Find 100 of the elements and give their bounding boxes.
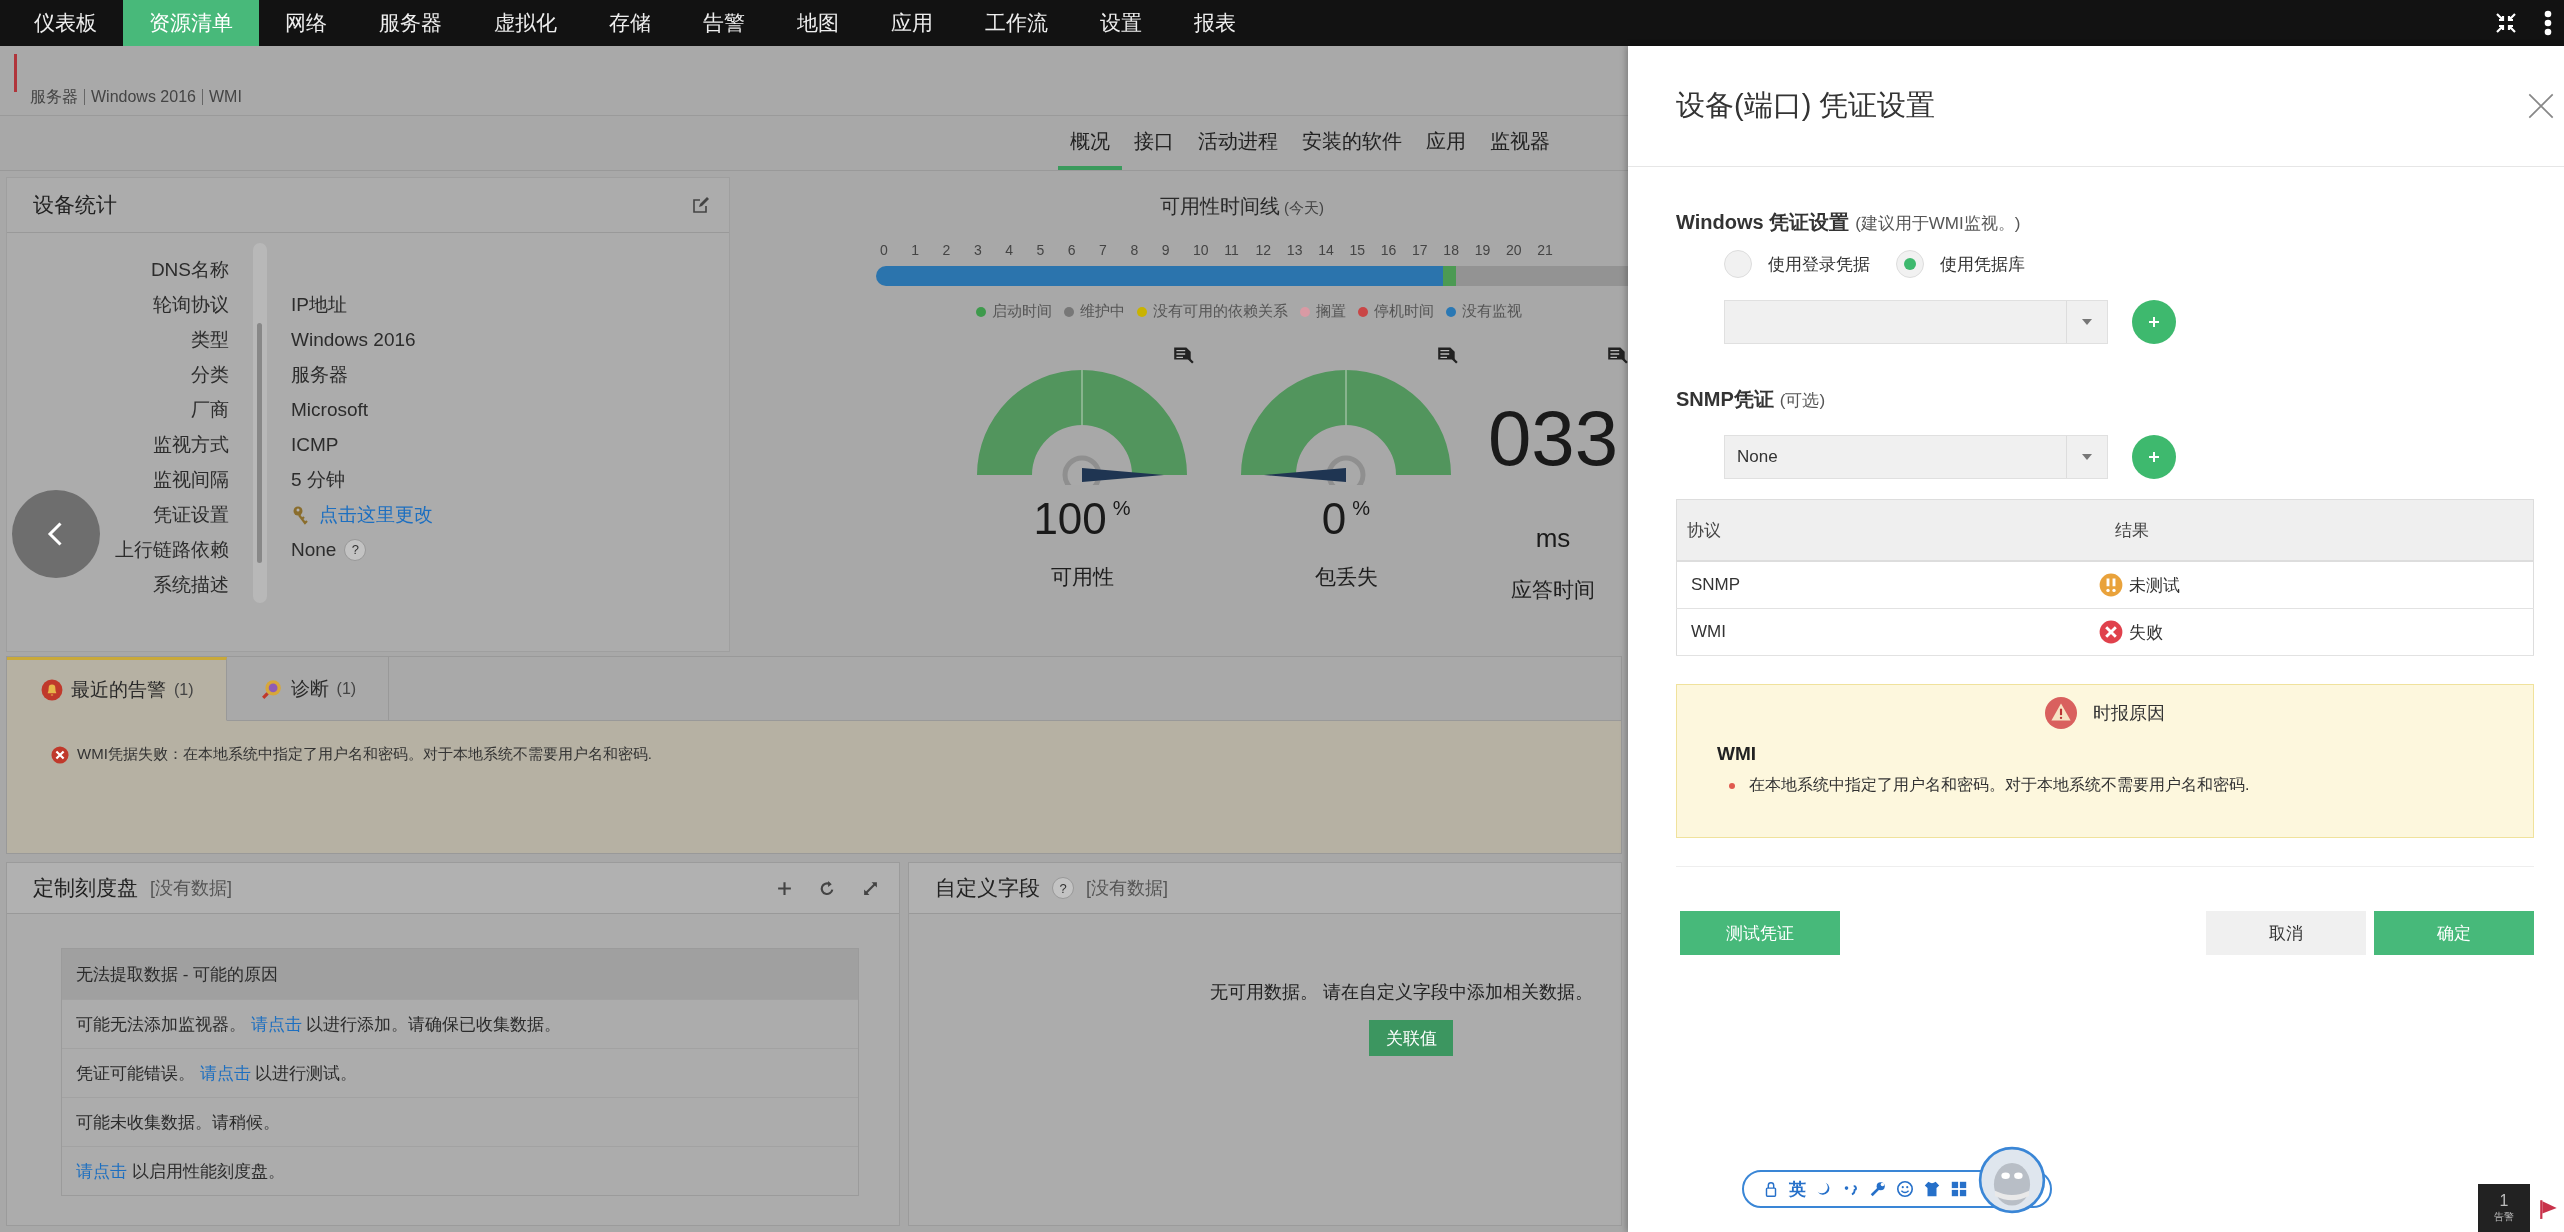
hour-label: 12 [1255, 242, 1273, 258]
nav-tab[interactable]: 应用 [865, 0, 959, 46]
hour-label: 0 [880, 242, 889, 258]
drawer-title: 设备(端口) 凭证设置 [1676, 88, 1936, 123]
reason-title: 时报原因 [2093, 702, 2165, 725]
breadcrumb-item[interactable]: Windows 2016 [84, 89, 202, 105]
sub-tab[interactable]: 概况 [1058, 116, 1122, 170]
section-hint: (建议用于WMI监视。) [1855, 213, 2021, 235]
nav-tab[interactable]: 仪表板 [8, 0, 123, 46]
add-button[interactable] [2132, 435, 2176, 479]
hour-label: 14 [1318, 242, 1335, 258]
breadcrumb-item[interactable]: 服务器 [30, 89, 84, 105]
radio-label[interactable]: 使用登录凭据 [1768, 252, 1870, 276]
mascot-avatar-icon[interactable] [1978, 1146, 2046, 1214]
hour-label: 13 [1286, 242, 1304, 258]
reason-text: 在本地系统中指定了用户名和密码。对于本地系统不需要用户名和密码. [1749, 775, 2250, 795]
error-icon [51, 745, 69, 764]
radio-button[interactable] [1724, 250, 1752, 278]
hour-label: 16 [1380, 242, 1398, 258]
error-icon [2099, 620, 2123, 644]
wrench-icon[interactable] [1869, 1180, 1887, 1198]
hour-label: 18 [1443, 242, 1460, 258]
nav-tab[interactable]: 虚拟化 [468, 0, 583, 46]
close-icon[interactable] [2528, 93, 2554, 119]
grid-icon[interactable] [1950, 1180, 1968, 1198]
section-title: Windows 凭证设置 [1676, 210, 1850, 235]
add-button[interactable] [2132, 300, 2176, 344]
radio-label[interactable]: 使用凭据库 [1940, 252, 2025, 276]
legend-label: 搁置 [1316, 302, 1346, 321]
gauge-label: 应答时间 [1511, 577, 1595, 603]
timeline-subtitle: (今天) [1284, 199, 1324, 218]
input-language[interactable]: 英 [1789, 1177, 1806, 1201]
alert-tab[interactable]: 最近的告警 (1) [7, 657, 227, 721]
alert-message: WMI凭据失败：在本地系统中指定了用户名和密码。对于本地系统不需要用户名和密码. [77, 745, 652, 764]
hour-label: 9 [1161, 242, 1171, 258]
field-value: 5 分钟 [291, 467, 345, 492]
sub-tab[interactable]: 接口 [1122, 116, 1186, 170]
hour-label: 3 [973, 242, 983, 258]
field-label: 分类 [190, 362, 229, 387]
associate-value-button[interactable]: 关联值 [1369, 1020, 1453, 1056]
field-value: None [291, 538, 337, 561]
section-title: SNMP凭证 [1676, 387, 1774, 412]
field-value: ICMP [291, 433, 339, 456]
sub-tab[interactable]: 应用 [1414, 116, 1478, 170]
field-label: DNS名称 [149, 257, 229, 282]
edit-icon[interactable] [691, 195, 711, 215]
snmp-select[interactable]: None [1724, 435, 2108, 479]
field-label: 系统描述 [152, 572, 229, 597]
empty-message: 无可用数据。 请在自定义字段中添加相关数据。 [1210, 981, 1593, 1004]
alarm-counter[interactable]: 1 告警 [2478, 1184, 2530, 1232]
column-header: 协议 [1676, 499, 2105, 561]
radio-button[interactable] [1896, 250, 1924, 278]
timeline-title: 可用性时间线 [1160, 194, 1280, 219]
nav-tab[interactable]: 告警 [677, 0, 771, 46]
panel-title: 设备统计 [33, 192, 117, 218]
hour-label: 15 [1349, 242, 1367, 258]
expand-icon[interactable] [862, 879, 879, 897]
field-label: 监视间隔 [152, 467, 229, 492]
sub-tab[interactable]: 活动进程 [1186, 116, 1290, 170]
field-value: Microsoft [291, 398, 369, 421]
nav-tab[interactable]: 工作流 [959, 0, 1074, 46]
hour-label: 7 [1099, 242, 1108, 258]
notice-title: 无法提取数据 - 可能的原因 [62, 949, 858, 999]
refresh-icon[interactable] [819, 879, 836, 897]
smiley-icon[interactable] [1896, 1180, 1914, 1198]
gauge-unit: % [1112, 497, 1131, 520]
nav-tab[interactable]: 服务器 [353, 0, 468, 46]
help-badge[interactable]: ? [1052, 877, 1074, 899]
breadcrumb-item[interactable]: WMI [201, 89, 248, 105]
panel-title: 定制刻度盘 [33, 875, 138, 901]
bullet-icon [1729, 782, 1735, 789]
nav-tab[interactable]: 地图 [771, 0, 865, 46]
reason-text: 凭证可能错误。 请点击 以进行测试。 [76, 1062, 358, 1085]
bell-icon [41, 679, 63, 701]
field-label: 监视方式 [152, 432, 229, 457]
sub-tab[interactable]: 安装的软件 [1290, 116, 1414, 170]
cancel-button[interactable]: 取消 [2206, 911, 2366, 955]
hour-label: 6 [1067, 242, 1077, 258]
response-time-value: 033 [1487, 399, 1619, 477]
panel-title: 自定义字段 [935, 875, 1040, 901]
sub-tab[interactable]: 监视器 [1478, 116, 1562, 170]
field-value: Windows 2016 [291, 328, 416, 351]
more-menu-icon[interactable] [2544, 10, 2552, 36]
reason-protocol: WMI [1717, 743, 1758, 765]
nav-tab[interactable]: 存储 [583, 0, 677, 46]
alert-tab[interactable]: 诊断 (1) [226, 657, 390, 721]
add-icon[interactable] [776, 879, 793, 897]
collapse-icon[interactable] [2494, 11, 2518, 35]
gauge-label: 可用性 [1050, 564, 1114, 590]
result-cell-text: 未测试 [2129, 574, 2180, 597]
scrollbar[interactable] [253, 243, 267, 603]
nav-tab[interactable]: 报表 [1168, 0, 1262, 46]
legend-label: 停机时间 [1374, 302, 1434, 321]
nav-tab[interactable]: 设置 [1074, 0, 1168, 46]
plus-icon [2148, 316, 2160, 328]
field-label: 类型 [190, 327, 229, 352]
help-badge[interactable]: ? [344, 538, 367, 561]
protocol-cell: SNMP [1691, 575, 1741, 594]
nav-tab[interactable]: 网络 [259, 0, 353, 46]
shirt-icon[interactable] [1923, 1180, 1941, 1198]
